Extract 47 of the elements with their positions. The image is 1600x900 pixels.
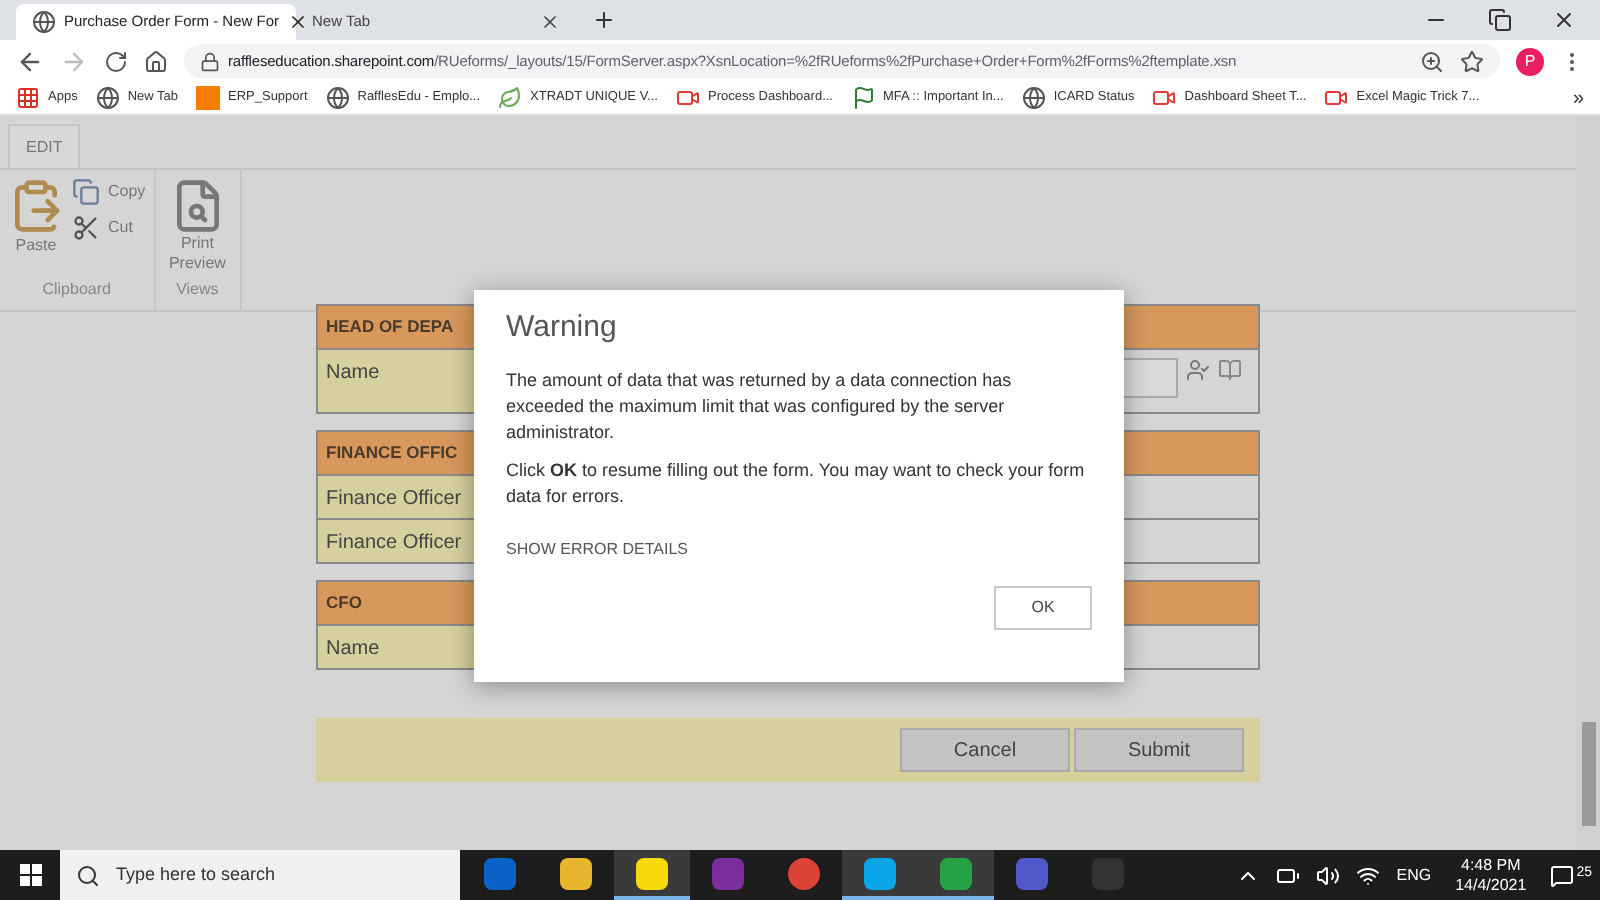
app-icon[interactable] <box>636 857 668 889</box>
flag-icon <box>851 86 875 110</box>
globe-icon <box>95 86 120 110</box>
speaker-icon[interactable] <box>1316 863 1341 887</box>
reload-icon[interactable] <box>104 49 128 73</box>
video-icon <box>675 86 700 110</box>
form-button[interactable]: Submit <box>1074 728 1244 772</box>
home-icon[interactable] <box>144 49 168 73</box>
apps-grid-icon <box>16 86 40 110</box>
network-icon[interactable] <box>1356 863 1381 887</box>
dialog-title: Warning <box>506 308 619 348</box>
taskbar-search-field[interactable]: Type here to search <box>60 850 460 900</box>
profile-avatar[interactable]: P <box>1516 47 1544 75</box>
chat-bubble-icon <box>1550 863 1575 887</box>
scrollbar-thumb[interactable] <box>1581 722 1595 826</box>
windows-logo-icon <box>19 864 41 886</box>
form-button[interactable]: Cancel <box>900 728 1070 772</box>
globe-icon <box>1021 86 1046 110</box>
restore-icon[interactable] <box>1488 8 1512 32</box>
globe-icon <box>325 86 350 110</box>
group-label: Views <box>174 278 221 302</box>
copy-icon <box>72 178 100 206</box>
new-tab-icon[interactable] <box>592 8 616 32</box>
scissors-icon <box>72 214 100 242</box>
zoom-icon[interactable] <box>1420 49 1444 73</box>
clock[interactable]: 4:48 PM 14/4/2021 <box>1447 855 1535 895</box>
group-label: Clipboard <box>40 278 113 302</box>
video-icon <box>1152 86 1177 110</box>
close-icon[interactable] <box>540 12 560 32</box>
close-icon[interactable] <box>287 12 308 32</box>
close-icon[interactable] <box>1552 8 1576 32</box>
language-indicator[interactable]: ENG <box>1396 863 1432 887</box>
search-icon <box>76 863 100 887</box>
back-icon[interactable] <box>16 47 44 75</box>
app-icon[interactable] <box>560 857 592 889</box>
star-icon[interactable] <box>1460 49 1484 73</box>
bookmark-square-icon <box>196 86 220 110</box>
app-icon[interactable] <box>788 857 820 889</box>
leaf-icon <box>498 86 523 110</box>
video-icon <box>1324 86 1349 110</box>
lock-icon <box>200 51 220 71</box>
check-names-icon[interactable] <box>1186 358 1210 382</box>
battery-icon[interactable] <box>1276 863 1301 887</box>
globe-icon <box>32 10 56 34</box>
ok-button[interactable]: OK <box>994 586 1092 630</box>
more-bookmarks[interactable]: » <box>1572 83 1584 113</box>
app-icon[interactable] <box>864 857 896 889</box>
